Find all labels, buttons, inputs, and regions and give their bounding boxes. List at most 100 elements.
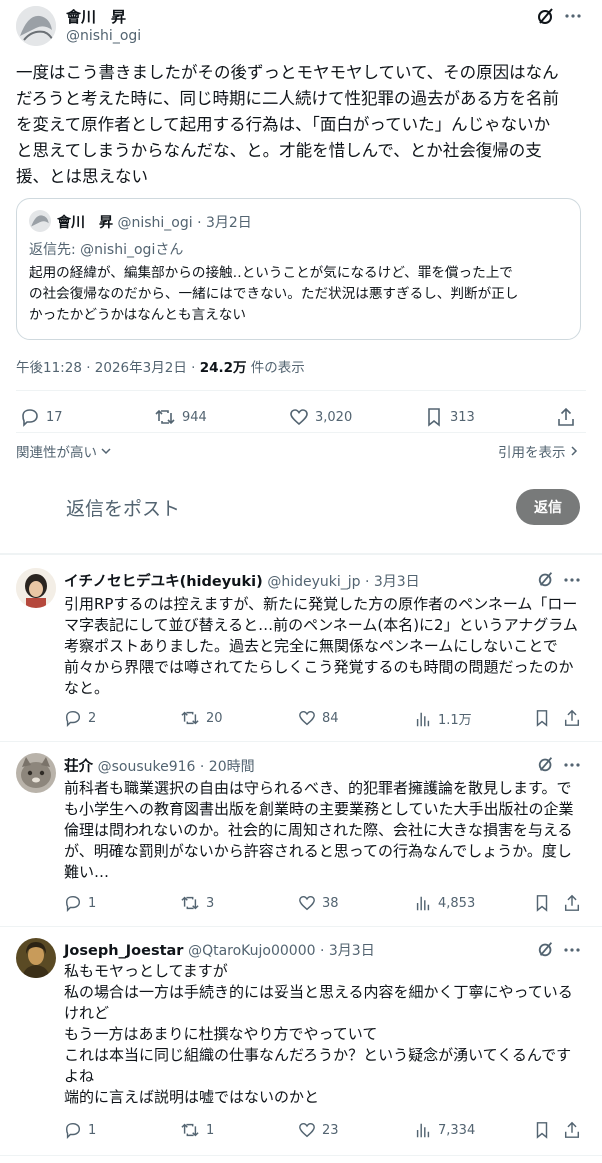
reply-text-line: けれど	[64, 1004, 110, 1022]
author-name[interactable]: 會川 昇	[66, 6, 126, 27]
reply-text-line: 考察ポストありました。過去と完全に無関係なペンネームにしないことで	[64, 637, 558, 655]
quote-text-line: かったかどうかはなんとも言えない	[29, 307, 246, 323]
repost-icon	[180, 894, 200, 912]
analytics-icon	[414, 1121, 432, 1139]
heart-icon	[298, 894, 316, 912]
repost-button[interactable]: 3	[180, 894, 214, 912]
reply-text-line: 引用RPするのは控えますが、新たに発覚した方の原作者のペンネーム「ロー	[64, 595, 578, 613]
reply-button[interactable]: 2	[64, 709, 96, 727]
share-icon[interactable]	[556, 407, 576, 427]
share-icon[interactable]	[563, 894, 581, 912]
post-text: 一度はこう書きましたがその後ずっとモヤモヤしていて、その原因はなん だろうと考え…	[16, 60, 596, 190]
reply-count: 17	[46, 409, 63, 425]
bookmark-icon[interactable]	[533, 894, 551, 912]
view-suffix: 件の表示	[246, 360, 305, 376]
reply-submit-button[interactable]: 返信	[516, 489, 580, 525]
more-icon[interactable]	[565, 8, 581, 24]
post-text-line: 一度はこう書きましたがその後ずっとモヤモヤしていて、その原因はなん	[16, 63, 559, 82]
grok-icon[interactable]	[536, 6, 556, 26]
views-count: 1.1万	[438, 713, 472, 728]
share-icon[interactable]	[563, 709, 581, 727]
repost-count: 1	[206, 1122, 215, 1138]
grok-icon[interactable]	[537, 940, 555, 958]
reply-text-line: 私の場合は一方は手続き的には妥当と思える内容を細かく丁寧にやっている	[64, 983, 573, 1001]
share-icon[interactable]	[563, 1121, 581, 1139]
reply-text-line: 難い…	[64, 863, 110, 881]
like-count: 3,020	[315, 409, 353, 425]
repost-icon	[180, 1121, 200, 1139]
more-icon[interactable]	[564, 572, 580, 588]
chevron-right-icon	[569, 445, 579, 457]
reply-count: 1	[88, 1122, 97, 1138]
post-text-line: と思えてしまうからなんだな、と。才能を惜しんで、とか社会復帰の支	[16, 141, 542, 160]
reply-button[interactable]: 1	[64, 1121, 96, 1139]
reply-compose-input[interactable]: 返信をポスト	[66, 494, 180, 521]
reply-icon	[20, 407, 40, 427]
like-count: 23	[322, 1122, 339, 1138]
views-button[interactable]: 4,853	[414, 894, 475, 912]
reply-button[interactable]: 1	[64, 894, 96, 912]
quote-text-line: の社会復帰なのだから、一緒にはできない。ただ状況は悪すぎるし、判断が正し	[29, 286, 519, 302]
reply-text-line: もう一方はあまりに杜撰なやり方でやっていて	[64, 1025, 378, 1043]
reply-author-handle[interactable]: @sousuke916 · 20時間	[98, 759, 255, 775]
post-meta: 午後11:28 · 2026年3月2日 · 24.2万 件の表示	[16, 356, 305, 376]
repost-count: 944	[182, 409, 207, 425]
author-handle[interactable]: @nishi_ogi	[66, 28, 141, 44]
view-count: 24.2万	[199, 360, 247, 376]
reply-icon	[64, 709, 82, 727]
reply-button[interactable]: 17	[20, 407, 63, 427]
reply-text-line: 私もモヤっとしてますが	[64, 962, 228, 980]
reply-text-line: 前科者も職業選択の自由は守られるべき、的犯罪者擁護論を散見します。で	[64, 779, 572, 797]
like-button[interactable]: 38	[298, 894, 339, 912]
author-avatar[interactable]	[16, 6, 56, 46]
bookmark-icon[interactable]	[533, 709, 551, 727]
reply-author-name[interactable]: 荘介	[64, 759, 93, 775]
more-icon[interactable]	[564, 757, 580, 773]
view-quotes-link[interactable]: 引用を表示	[498, 441, 579, 461]
post-text-line: 援、とは思えない	[16, 167, 148, 186]
more-icon[interactable]	[564, 942, 580, 958]
repost-count: 3	[206, 895, 215, 911]
repost-icon	[154, 407, 176, 427]
reply-author-handle[interactable]: @QtaroKujo00000 · 3月3日	[188, 943, 375, 959]
repost-button[interactable]: 944	[154, 407, 207, 427]
post-text-line: だろうと考えた時に、同じ時期に二人続けて性犯罪の過去がある方を名前	[16, 89, 560, 108]
like-button[interactable]: 84	[298, 709, 339, 727]
reply-author-name[interactable]: イチノセヒデユキ(hideyuki)	[64, 574, 263, 590]
post-timestamp[interactable]: 午後11:28 · 2026年3月2日 ·	[16, 360, 200, 376]
sort-dropdown[interactable]: 関連性が高い	[16, 441, 112, 461]
heart-icon	[289, 407, 309, 427]
post-text-line: を変えて原作者として起用する行為は、「面白がっていた」んじゃないか	[16, 115, 551, 134]
reply-avatar[interactable]	[16, 938, 56, 978]
reply-author-handle[interactable]: @hideyuki_jp · 3月3日	[267, 574, 419, 590]
views-button[interactable]: 1.1万	[414, 709, 472, 728]
reply-count: 1	[88, 895, 97, 911]
like-button[interactable]: 3,020	[289, 407, 352, 427]
reply-author-name[interactable]: Joseph_Joestar	[64, 943, 183, 959]
reply-avatar[interactable]	[16, 753, 56, 793]
like-button[interactable]: 23	[298, 1121, 339, 1139]
views-button[interactable]: 7,334	[414, 1121, 475, 1139]
repost-button[interactable]: 1	[180, 1121, 214, 1139]
quoted-post[interactable]: 會川 昇 @nishi_ogi · 3月2日 返信先: @nishi_ogiさん…	[16, 198, 581, 340]
quote-text-line: 起用の経緯が、編集部からの接触‥ということが気になるけど、罪を償った上で	[29, 265, 513, 281]
reply-icon	[64, 894, 82, 912]
chevron-down-icon	[100, 445, 112, 457]
quotes-label: 引用を表示	[498, 445, 566, 461]
reply-text-line: なと。	[64, 679, 110, 697]
reply-text-line: も小学生への教育図書出版を創業時の主要業務としていた大手出版社の企業	[64, 800, 574, 818]
reply-count: 2	[88, 710, 97, 726]
sort-label: 関連性が高い	[16, 445, 97, 461]
bookmark-icon[interactable]	[533, 1121, 551, 1139]
repost-button[interactable]: 20	[180, 709, 223, 727]
heart-icon	[298, 1121, 316, 1139]
views-count: 7,334	[438, 1122, 476, 1138]
bookmark-button[interactable]: 313	[424, 407, 475, 427]
quote-date: · 3月2日	[197, 215, 252, 231]
analytics-icon	[414, 894, 432, 912]
reply-text-line: 端的に言えば説明は嘘ではないのかと	[64, 1088, 320, 1106]
grok-icon[interactable]	[537, 755, 555, 773]
reply-avatar[interactable]	[16, 568, 56, 608]
quote-avatar	[29, 210, 51, 232]
grok-icon[interactable]	[537, 570, 555, 588]
